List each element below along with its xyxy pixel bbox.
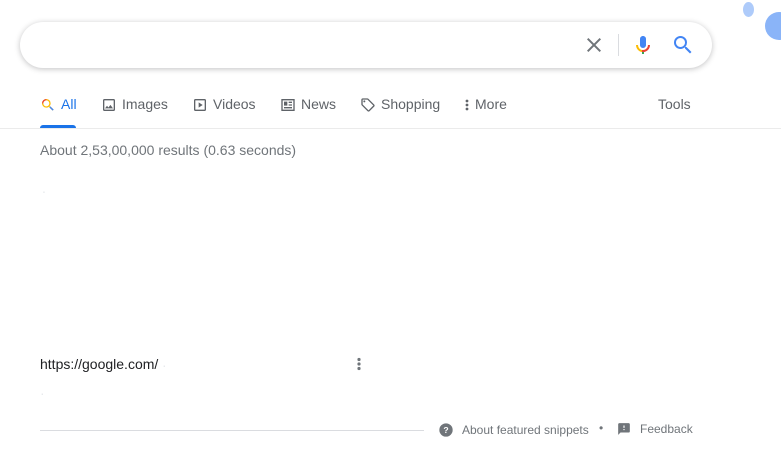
faint-placeholder-bottom: · <box>40 385 45 401</box>
tab-images-label: Images <box>122 96 168 112</box>
about-featured-snippets-label: About featured snippets <box>462 423 589 437</box>
decorative-bubble-small <box>743 2 754 17</box>
tools-button[interactable]: Tools <box>658 96 691 128</box>
faint-url-tail: · <box>162 357 167 373</box>
about-featured-snippets-link[interactable]: ? About featured snippets <box>438 422 589 438</box>
tools-label: Tools <box>658 96 691 112</box>
video-icon <box>192 97 208 113</box>
feedback-label: Feedback <box>640 422 693 436</box>
search-results-page: All Images Videos News Shopping More Too… <box>0 0 781 465</box>
tag-icon <box>360 97 376 113</box>
tab-shopping-label: Shopping <box>381 96 441 112</box>
tab-news[interactable]: News <box>280 96 336 128</box>
search-tabs: All Images Videos News Shopping More Too… <box>0 90 781 128</box>
faint-placeholder-top: . <box>42 180 46 196</box>
close-icon <box>587 38 601 52</box>
search-box[interactable] <box>20 22 712 68</box>
search-input[interactable] <box>40 33 574 59</box>
tab-shopping[interactable]: Shopping <box>360 96 440 128</box>
more-vert-icon <box>357 357 361 371</box>
voice-search-button[interactable] <box>631 33 655 57</box>
decorative-bubble-large <box>765 12 781 40</box>
result-stats: About 2,53,00,000 results (0.63 seconds) <box>40 142 297 158</box>
feedback-link[interactable]: Feedback <box>617 422 693 436</box>
footer-separator: • <box>599 421 604 435</box>
snippet-footer-divider <box>40 430 424 431</box>
tab-videos-label: Videos <box>213 96 256 112</box>
search-submit-button[interactable] <box>671 33 695 57</box>
result-options-button[interactable] <box>351 356 367 372</box>
result-url[interactable]: https://google.com/ <box>40 356 158 372</box>
news-icon <box>280 97 296 113</box>
search-box-divider <box>618 34 619 56</box>
clear-search-button[interactable] <box>582 33 606 57</box>
tab-images[interactable]: Images <box>101 96 168 128</box>
tab-news-label: News <box>301 96 337 112</box>
microphone-icon <box>636 36 650 54</box>
svg-text:?: ? <box>443 425 448 435</box>
feedback-icon <box>617 422 631 436</box>
tab-videos[interactable]: Videos <box>192 96 256 128</box>
tab-all[interactable]: All <box>40 96 77 128</box>
more-vert-icon <box>463 97 471 113</box>
help-icon: ? <box>438 422 454 438</box>
search-icon <box>674 36 692 54</box>
tab-more[interactable]: More <box>463 96 507 128</box>
tab-all-label: All <box>61 96 77 112</box>
tab-more-label: More <box>475 96 507 112</box>
tabs-divider <box>0 128 781 129</box>
search-icon <box>40 97 56 113</box>
image-icon <box>101 97 117 113</box>
